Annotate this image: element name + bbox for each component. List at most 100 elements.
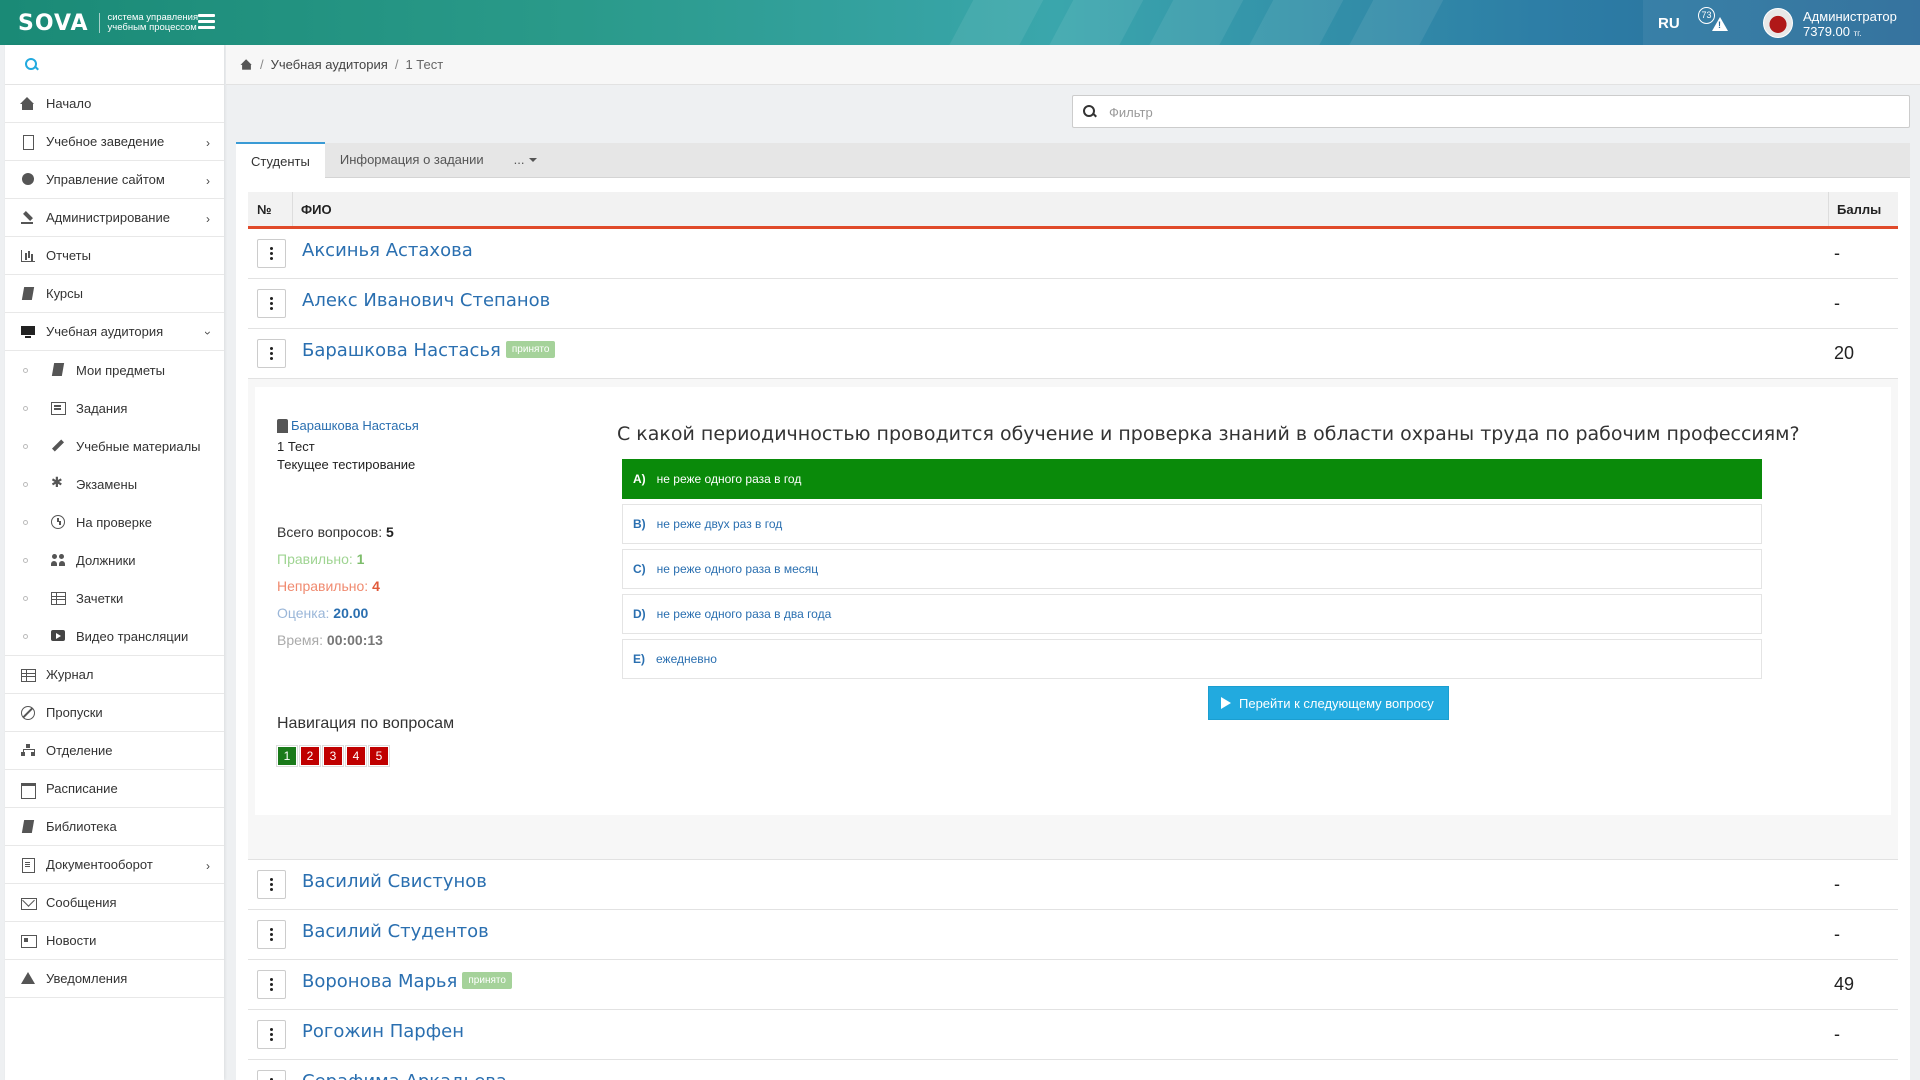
question-nav-item[interactable]: 2 [299,745,321,767]
sidebar-item-messages[interactable]: Сообщения [5,884,224,922]
tab-task-info[interactable]: Информация о задании [325,142,499,177]
row-menu-button[interactable] [257,1020,286,1049]
sidebar-item-courses[interactable]: Курсы [5,275,224,313]
answer-option[interactable]: C) не реже одного раза в месяц [622,549,1762,589]
sidebar-item-classroom[interactable]: Учебная аудитория › [5,313,224,351]
row-menu-button[interactable] [257,970,286,999]
logo[interactable]: SOVA система управления учебным процессо… [18,9,198,37]
student-name-link[interactable]: Аксинья Астахова [302,240,473,261]
student-name-link[interactable]: Воронова Марья принято [302,971,512,992]
sidebar-item-label: Администрирование [46,210,170,225]
answer-option[interactable]: E) ежедневно [622,639,1762,679]
student-name-link[interactable]: Серафима Аркадьева [302,1071,507,1080]
tabs: Студенты Информация о задании ... [236,142,1910,178]
table-row: Рогожин Парфен - [248,1010,1898,1060]
sidebar-subitem-exams[interactable]: Экзамены [5,465,224,503]
stat-total: Всего вопросов: 5 [277,524,394,540]
sidebar-item-notifications[interactable]: Уведомления [5,960,224,998]
alerts-button[interactable]: 73 [1698,7,1728,36]
avatar[interactable] [1763,8,1793,38]
row-menu-button[interactable] [257,339,286,368]
column-header-score[interactable]: Баллы [1828,192,1898,226]
question-nav-title: Навигация по вопросам [277,715,455,732]
stat-time: Время: 00:00:13 [277,632,383,648]
answer-option[interactable]: A) не реже одного раза в год [622,459,1762,499]
user-name: Администратор [1803,9,1897,24]
student-name-link[interactable]: Барашкова Настасья принято [302,340,556,361]
sidebar-subitem-video[interactable]: Видео трансляции [5,617,224,655]
answer-option[interactable]: D) не реже одного раза в два года [622,594,1762,634]
sidebar-subitem-tasks[interactable]: Задания [5,389,224,427]
breadcrumb-item[interactable]: Учебная аудитория [271,57,388,72]
sidebar-subitem-gradebooks[interactable]: Зачетки [5,579,224,617]
sidebar-item-institution[interactable]: Учебное заведение › [5,123,224,161]
sidebar-subitem-materials[interactable]: Учебные материалы [5,427,224,465]
bar-chart-icon [21,249,36,263]
student-name-link[interactable]: Рогожин Парфен [302,1021,464,1042]
monitor-icon [21,325,36,339]
chevron-right-icon: › [206,136,210,150]
row-menu-button[interactable] [257,870,286,899]
ban-icon [21,705,36,720]
building-icon [21,134,36,150]
top-header: SOVA система управления учебным процессо… [0,0,1920,45]
caret-down-icon [529,157,538,162]
row-menu-button[interactable] [257,920,286,949]
table-row: Василий Свистунов - [248,860,1898,910]
sidebar-item-label: Учебное заведение [46,134,165,149]
breadcrumb-current: 1 Тест [405,57,444,72]
user-menu[interactable]: Администратор 7379.00 тг. [1803,9,1897,41]
stat-correct: Правильно: 1 [277,551,365,567]
sidebar-search-input[interactable] [43,53,213,77]
question-nav-item[interactable]: 1 [276,745,298,767]
student-name-link[interactable]: Василий Студентов [302,921,489,942]
answer-option[interactable]: B) не реже двух раз в год [622,504,1762,544]
question-nav-item[interactable]: 3 [322,745,344,767]
sidebar-item-library[interactable]: Библиотека [5,808,224,846]
sidebar-subitem-my-subjects[interactable]: Мои предметы [5,351,224,389]
home-icon[interactable] [240,59,252,70]
breadcrumb: / Учебная аудитория / 1 Тест [226,45,1920,85]
hamburger-menu-icon[interactable] [198,14,215,29]
sidebar-subitem-review[interactable]: На проверке [5,503,224,541]
student-name-link[interactable]: Василий Свистунов [302,871,487,892]
tab-more-dropdown[interactable]: ... [499,142,553,177]
filter-input[interactable] [1109,100,1889,124]
test-detail-card: Барашкова Настасья 1 Тест Текущее тестир… [255,387,1891,815]
student-profile-link[interactable]: Барашкова Настасья [277,417,419,435]
newspaper-icon [21,934,37,948]
student-name-link[interactable]: Алекс Иванович Степанов [302,290,550,311]
tab-students[interactable]: Студенты [236,142,325,178]
sidebar-item-reports[interactable]: Отчеты [5,237,224,275]
student-score: - [1834,924,1840,944]
language-switcher[interactable]: RU [1658,15,1680,32]
row-menu-button[interactable] [257,1070,286,1080]
sidebar-item-journal[interactable]: Журнал [5,656,224,694]
kebab-icon [270,933,273,936]
sidebar-item-news[interactable]: Новости [5,922,224,960]
question-nav-item[interactable]: 4 [345,745,367,767]
sidebar-item-absences[interactable]: Пропуски [5,694,224,732]
header-user-area: RU 73 Администратор 7379.00 тг. [1643,0,1920,45]
logo-tagline: система управления учебным процессом [98,13,198,33]
sidebar-item-schedule[interactable]: Расписание [5,770,224,808]
student-score: 20 [1834,343,1855,363]
sidebar-item-department[interactable]: Отделение [5,732,224,770]
book-icon [21,820,36,834]
sidebar-item-home[interactable]: Начало [5,85,224,123]
sidebar-item-documents[interactable]: Документооборот › [5,846,224,884]
search-icon [25,58,39,72]
row-menu-button[interactable] [257,289,286,318]
student-score: - [1834,293,1840,313]
next-question-button[interactable]: Перейти к следующему вопросу [1208,686,1449,720]
header-decoration [936,0,1054,45]
sidebar-item-administration[interactable]: Администрирование › [5,199,224,237]
stat-wrong: Неправильно: 4 [277,578,380,594]
row-menu-button[interactable] [257,239,286,268]
sidebar-item-site-management[interactable]: Управление сайтом › [5,161,224,199]
sidebar-subitem-debtors[interactable]: Должники [5,541,224,579]
question-nav-item[interactable]: 5 [368,745,390,767]
column-header-fio[interactable]: ФИО [293,192,1828,226]
header-decoration [1336,0,1454,45]
column-header-number[interactable]: № [248,192,293,226]
